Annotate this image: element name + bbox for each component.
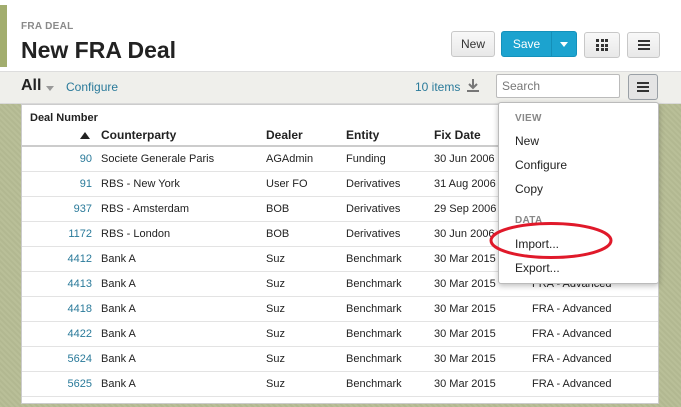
entity-cell: Benchmark bbox=[346, 346, 434, 372]
deal-number-link[interactable]: 4413 bbox=[22, 271, 98, 297]
dealer-cell: BOB bbox=[266, 221, 346, 247]
deal-number-link[interactable]: 4422 bbox=[22, 321, 98, 347]
view-selector[interactable]: All bbox=[21, 77, 41, 95]
counterparty-cell: Bank A bbox=[98, 271, 266, 297]
column-header-entity[interactable]: Entity bbox=[346, 125, 434, 147]
entity-cell: Benchmark bbox=[346, 321, 434, 347]
counterparty-cell: Bank A bbox=[98, 371, 266, 397]
deal-number-link[interactable]: 5625 bbox=[22, 371, 98, 397]
entity-cell: Benchmark bbox=[346, 296, 434, 322]
type-cell: FRA - Advanced bbox=[532, 296, 658, 322]
deal-number-link[interactable]: 5624 bbox=[22, 346, 98, 372]
app-label: FRA DEAL bbox=[21, 21, 74, 32]
dealer-cell: Suz bbox=[266, 246, 346, 272]
deal-number-link[interactable]: 4418 bbox=[22, 296, 98, 322]
counterparty-cell: Bank A bbox=[98, 346, 266, 372]
grid-view-button[interactable] bbox=[584, 32, 620, 58]
fix-date-cell: 30 Mar 2015 bbox=[434, 296, 532, 322]
hamburger-icon bbox=[637, 40, 650, 50]
entity-cell: Derivatives bbox=[346, 171, 434, 197]
dealer-cell: User FO bbox=[266, 171, 346, 197]
counterparty-cell: Bank A bbox=[98, 296, 266, 322]
menu-item-copy[interactable]: Copy bbox=[515, 182, 543, 196]
chevron-down-icon bbox=[560, 41, 568, 47]
sort-ascending-button[interactable] bbox=[22, 125, 98, 147]
counterparty-cell: Societe Generale Paris bbox=[98, 146, 266, 172]
sort-ascending-icon bbox=[80, 132, 90, 140]
entity-cell: Benchmark bbox=[346, 271, 434, 297]
entity-cell: Benchmark bbox=[346, 371, 434, 397]
entity-cell: Funding bbox=[346, 146, 434, 172]
menu-item-new[interactable]: New bbox=[515, 134, 539, 148]
dealer-cell: Suz bbox=[266, 271, 346, 297]
save-options-button[interactable] bbox=[551, 31, 577, 57]
column-header-counterparty[interactable]: Counterparty bbox=[98, 125, 266, 147]
search-input[interactable] bbox=[496, 74, 620, 98]
counterparty-cell: RBS - London bbox=[98, 221, 266, 247]
menu-item-configure[interactable]: Configure bbox=[515, 158, 567, 172]
table-row[interactable]: 4418 Bank A Suz Benchmark 30 Mar 2015 FRA - A… bbox=[22, 296, 658, 322]
dealer-cell: Suz bbox=[266, 321, 346, 347]
menu-section-view: VIEW bbox=[515, 113, 542, 124]
download-icon[interactable] bbox=[466, 78, 480, 92]
type-cell: FRA - Advanced bbox=[532, 346, 658, 372]
grid-icon bbox=[596, 39, 608, 51]
configure-link[interactable]: Configure bbox=[66, 80, 118, 94]
page-menu-button[interactable] bbox=[627, 32, 660, 58]
hamburger-icon bbox=[637, 82, 649, 92]
dealer-cell: Suz bbox=[266, 296, 346, 322]
counterparty-cell: Bank A bbox=[98, 321, 266, 347]
entity-cell: Derivatives bbox=[346, 196, 434, 222]
dealer-cell: AGAdmin bbox=[266, 146, 346, 172]
accent-bar bbox=[0, 5, 7, 67]
page-title: New FRA Deal bbox=[21, 37, 177, 63]
entity-cell: Benchmark bbox=[346, 246, 434, 272]
column-header-dealer[interactable]: Dealer bbox=[266, 125, 346, 147]
counterparty-cell: RBS - Amsterdam bbox=[98, 196, 266, 222]
counterparty-cell: RBS - New York bbox=[98, 171, 266, 197]
chevron-down-icon[interactable] bbox=[46, 86, 54, 91]
menu-item-export[interactable]: Export... bbox=[515, 261, 560, 275]
item-count: 10 items bbox=[415, 80, 461, 94]
dealer-cell: Suz bbox=[266, 346, 346, 372]
deal-number-link[interactable]: 937 bbox=[22, 196, 98, 222]
type-cell: FRA - Advanced bbox=[532, 321, 658, 347]
entity-cell: Derivatives bbox=[346, 221, 434, 247]
table-row[interactable]: 5624 Bank A Suz Benchmark 30 Mar 2015 FRA - A… bbox=[22, 346, 658, 372]
dealer-cell: Suz bbox=[266, 371, 346, 397]
type-cell: FRA - Advanced bbox=[532, 371, 658, 397]
table-row[interactable]: 5625 Bank A Suz Benchmark 30 Mar 2015 FRA - A… bbox=[22, 371, 658, 397]
fix-date-cell: 30 Mar 2015 bbox=[434, 371, 532, 397]
fix-date-cell: 30 Mar 2015 bbox=[434, 321, 532, 347]
list-menu-button[interactable] bbox=[628, 74, 658, 100]
fix-date-cell: 30 Mar 2015 bbox=[434, 346, 532, 372]
save-button[interactable]: Save bbox=[501, 31, 552, 57]
deal-number-link[interactable]: 91 bbox=[22, 171, 98, 197]
counterparty-cell: Bank A bbox=[98, 246, 266, 272]
page-header: FRA DEAL New FRA Deal New Save bbox=[0, 0, 681, 72]
dealer-cell: BOB bbox=[266, 196, 346, 222]
annotation-circle bbox=[489, 222, 613, 259]
deal-number-link[interactable]: 90 bbox=[22, 146, 98, 172]
table-row[interactable]: 4422 Bank A Suz Benchmark 30 Mar 2015 FRA - A… bbox=[22, 321, 658, 347]
new-button[interactable]: New bbox=[451, 31, 495, 57]
deal-number-link[interactable]: 4412 bbox=[22, 246, 98, 272]
deal-number-link[interactable]: 1172 bbox=[22, 221, 98, 247]
